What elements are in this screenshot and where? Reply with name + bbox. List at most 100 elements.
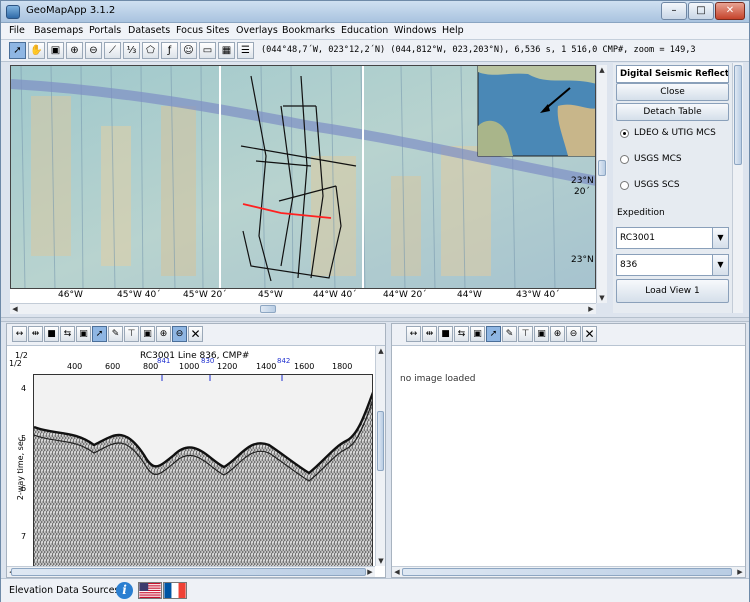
- stop-icon[interactable]: ■: [44, 326, 59, 342]
- seismic-vscroll[interactable]: ▲ ▼: [375, 346, 385, 566]
- expand-horizontal-icon[interactable]: ↔: [406, 326, 421, 342]
- menu-bookmarks[interactable]: Bookmarks: [282, 25, 335, 36]
- title-bar: GeoMapApp 3.1.2 – □ ✕: [1, 1, 749, 23]
- lat-label-3: 23°N: [571, 255, 594, 265]
- detach-table-button[interactable]: Detach Table: [616, 103, 729, 121]
- map-horizontal-scrollbar[interactable]: ◀ ▶: [10, 303, 596, 314]
- france-flag-icon[interactable]: [163, 582, 187, 599]
- close-icon[interactable]: ✕: [582, 326, 597, 342]
- compress-horizontal-icon[interactable]: ⇹: [422, 326, 437, 342]
- save-icon[interactable]: ▣: [470, 326, 485, 342]
- scroll-right-icon[interactable]: ▶: [586, 304, 596, 314]
- window-icon[interactable]: ▭: [199, 42, 216, 59]
- lon-label: 43°W 40´: [516, 290, 560, 300]
- bathymetry-map[interactable]: [11, 66, 596, 289]
- shape-tool-icon[interactable]: ⬠: [142, 42, 159, 59]
- expedition-label: Expedition: [617, 208, 665, 218]
- zoom-in-icon[interactable]: ⊕: [66, 42, 83, 59]
- seismic-hscroll[interactable]: ◀ ▶: [7, 566, 375, 577]
- right-hscroll[interactable]: ◀ ▶: [392, 566, 745, 577]
- menu-overlays[interactable]: Overlays: [236, 25, 278, 36]
- load-view-button[interactable]: Load View 1: [616, 279, 729, 303]
- map-vscroll-thumb[interactable]: [598, 160, 606, 176]
- line-select[interactable]: 836 ▼: [616, 254, 729, 276]
- track-mark: 830: [201, 357, 215, 365]
- longitude-axis: 46°W 45°W 40´ 45°W 20´ 45°W 44°W 40´ 44°…: [10, 289, 596, 303]
- menu-datasets[interactable]: Datasets: [128, 25, 170, 36]
- scroll-right-icon[interactable]: ▶: [735, 567, 745, 577]
- measure-icon[interactable]: ⊤: [124, 326, 139, 342]
- save-icon[interactable]: ▣: [47, 42, 64, 59]
- chevron-down-icon[interactable]: ▼: [712, 228, 728, 248]
- save-image-icon[interactable]: ▣: [140, 326, 155, 342]
- menu-help[interactable]: Help: [442, 25, 464, 36]
- grid-icon[interactable]: ▦: [218, 42, 235, 59]
- scroll-left-icon[interactable]: ◀: [10, 304, 20, 314]
- compress-horizontal-icon[interactable]: ⇹: [28, 326, 43, 342]
- radio-ldeo-utig-mcs[interactable]: LDEO & UTIG MCS: [619, 126, 729, 142]
- scroll-down-icon[interactable]: ▼: [597, 293, 607, 303]
- zoom-out-icon[interactable]: ⊖: [85, 42, 102, 59]
- scroll-up-icon[interactable]: ▲: [376, 346, 386, 356]
- zoom-in-icon[interactable]: ⊕: [550, 326, 565, 342]
- function-icon[interactable]: ƒ: [161, 42, 178, 59]
- scroll-up-icon[interactable]: ▲: [597, 65, 607, 75]
- menu-file[interactable]: File: [9, 25, 25, 36]
- scale-tool-icon[interactable]: ⅓: [123, 42, 140, 59]
- lon-label: 44°W 40´: [313, 290, 357, 300]
- maximize-button[interactable]: □: [688, 2, 714, 20]
- scroll-right-icon[interactable]: ▶: [365, 567, 375, 577]
- measure-icon[interactable]: ⊤: [518, 326, 533, 342]
- cmp-tick: 800: [143, 362, 159, 371]
- seismic-vscroll-thumb[interactable]: [377, 411, 384, 471]
- panel-scrollbar[interactable]: [732, 63, 743, 313]
- elevation-sources-label: Elevation Data Sources: [9, 585, 120, 596]
- profile-tool-icon[interactable]: ⟋: [104, 42, 121, 59]
- select-arrow-icon[interactable]: ➚: [92, 326, 107, 342]
- seismic-section-image[interactable]: [33, 374, 373, 567]
- panel-title: Digital Seismic Reflectio...: [616, 65, 729, 83]
- zoom-in-icon[interactable]: ⊕: [156, 326, 171, 342]
- radio-usgs-mcs[interactable]: USGS MCS: [619, 152, 729, 168]
- menu-focus-sites[interactable]: Focus Sites: [176, 25, 229, 36]
- layers-list-icon[interactable]: ☰: [237, 42, 254, 59]
- save-image-icon[interactable]: ▣: [534, 326, 549, 342]
- close-window-button[interactable]: ✕: [715, 2, 745, 20]
- stop-icon[interactable]: ■: [438, 326, 453, 342]
- minimize-button[interactable]: –: [661, 2, 687, 20]
- panel-scroll-thumb[interactable]: [734, 65, 742, 165]
- menu-portals[interactable]: Portals: [89, 25, 121, 36]
- select-arrow-icon[interactable]: ➚: [9, 42, 26, 59]
- scroll-left-icon[interactable]: ◀: [392, 567, 402, 577]
- radio-usgs-scs[interactable]: USGS SCS: [619, 178, 729, 194]
- close-icon[interactable]: ✕: [188, 326, 203, 342]
- map-hscroll-thumb[interactable]: [260, 305, 276, 313]
- digitize-icon[interactable]: ✎: [108, 326, 123, 342]
- seismic-hscroll-thumb[interactable]: [11, 568, 366, 576]
- close-button[interactable]: Close: [616, 83, 729, 101]
- pan-hand-icon[interactable]: ✋: [28, 42, 45, 59]
- menu-education[interactable]: Education: [341, 25, 388, 36]
- expedition-select[interactable]: RC3001 ▼: [616, 227, 729, 249]
- scroll-down-icon[interactable]: ▼: [376, 556, 386, 566]
- time-tick: 4: [21, 384, 27, 393]
- digitize-icon[interactable]: ✎: [502, 326, 517, 342]
- menu-basemaps[interactable]: Basemaps: [34, 25, 83, 36]
- us-flag-icon[interactable]: [138, 582, 162, 599]
- info-icon[interactable]: i: [116, 582, 133, 599]
- right-hscroll-thumb[interactable]: [402, 568, 732, 576]
- save-icon[interactable]: ▣: [76, 326, 91, 342]
- map-vertical-scrollbar[interactable]: ▲ ▼: [596, 65, 607, 303]
- face-icon[interactable]: ☺: [180, 42, 197, 59]
- expand-horizontal-icon[interactable]: ↔: [12, 326, 27, 342]
- zoom-out-icon[interactable]: ⊖: [172, 326, 187, 342]
- split-divider[interactable]: [1, 317, 749, 322]
- chevron-down-icon[interactable]: ▼: [712, 255, 728, 275]
- swap-icon[interactable]: ⇆: [454, 326, 469, 342]
- zoom-out-icon[interactable]: ⊖: [566, 326, 581, 342]
- lon-label: 45°W 20´: [183, 290, 227, 300]
- menu-windows[interactable]: Windows: [394, 25, 436, 36]
- swap-icon[interactable]: ⇆: [60, 326, 75, 342]
- map-view[interactable]: 23°N 20´ 23°N: [10, 65, 596, 289]
- select-arrow-icon[interactable]: ➚: [486, 326, 501, 342]
